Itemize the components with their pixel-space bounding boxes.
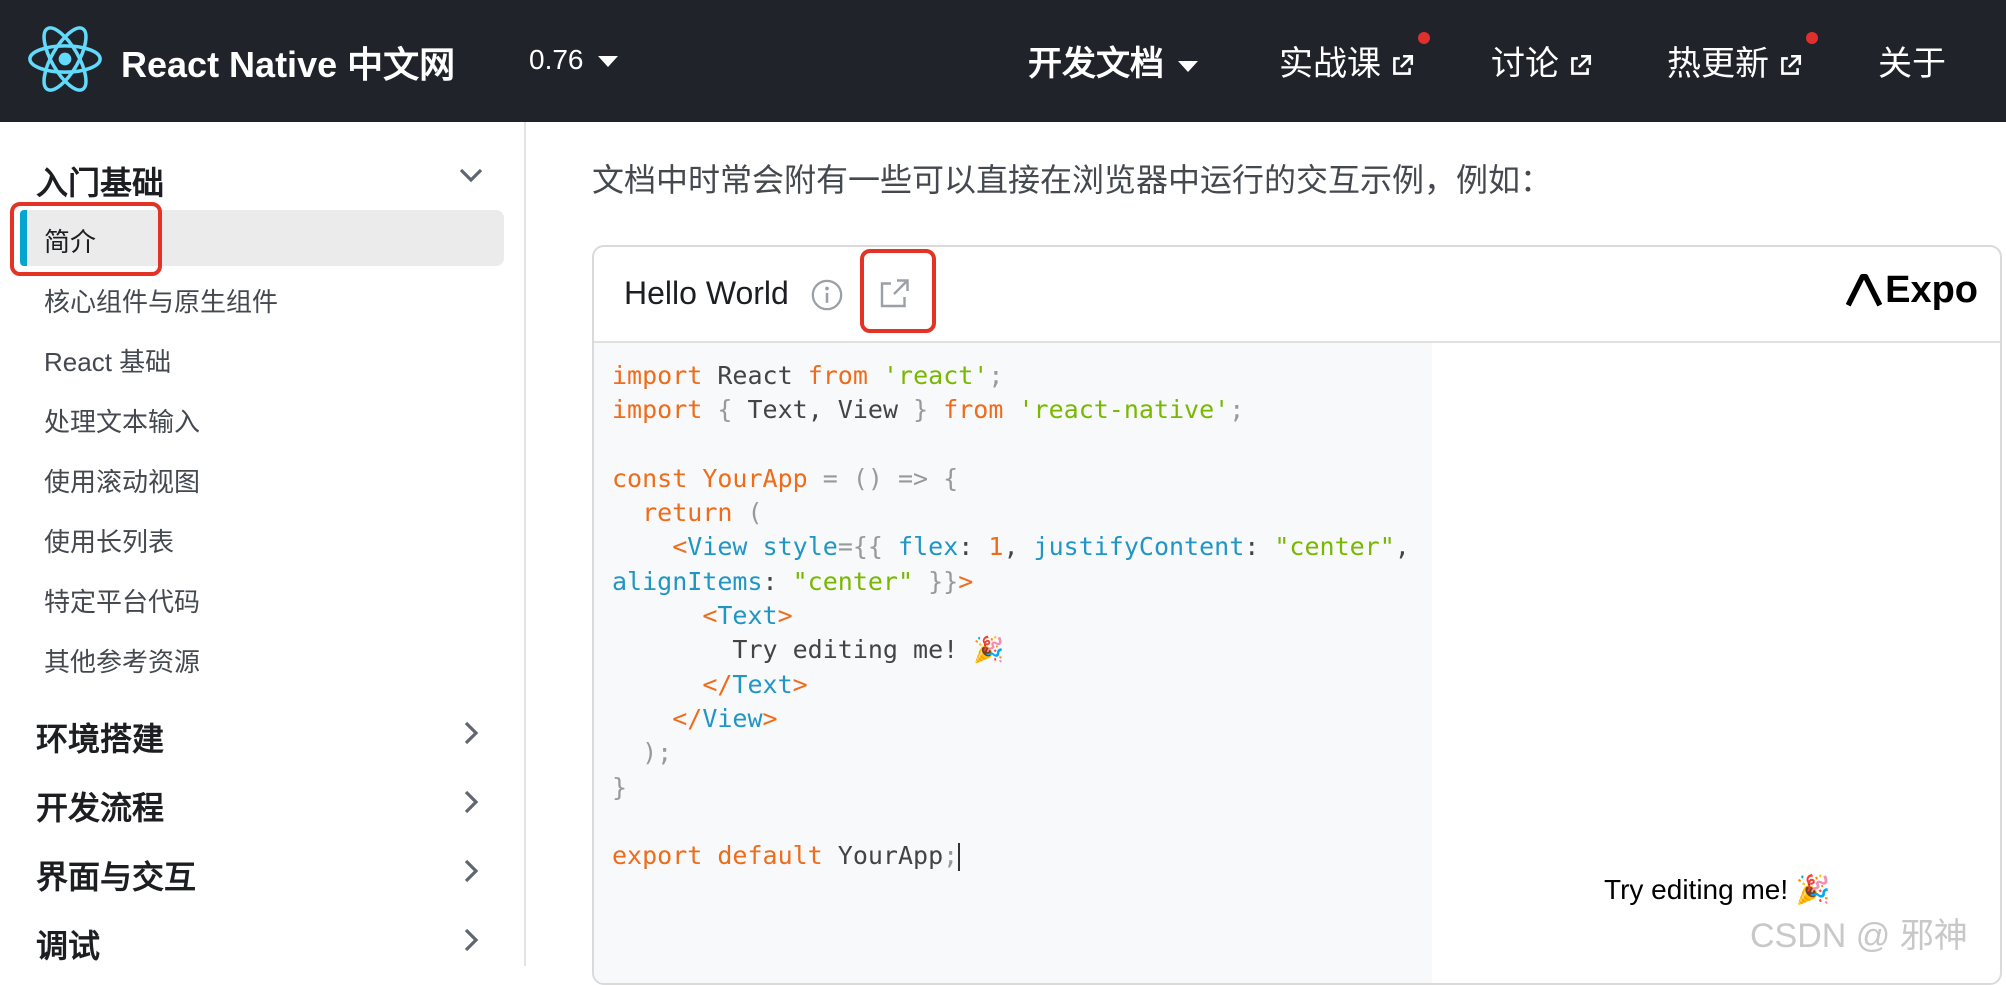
nav-item-discuss[interactable]: 讨论 [1491,36,1593,85]
nav-docs-label: 开发文档 [1028,45,1164,83]
code-token: 'react' [882,361,989,390]
code-token: from [943,395,1004,425]
external-link-icon [1571,54,1592,75]
code-token: Try editing me! 🎉 [732,635,1005,665]
expo-logo-icon [1845,273,1883,306]
intro-paragraph: 文档中时常会附有一些可以直接在浏览器中运行的交互示例，例如： [592,162,1553,198]
sidebar-category-getting-started[interactable]: 入门基础 [36,158,164,204]
code-token: View [702,703,763,733]
chevron-right-icon[interactable] [456,718,486,748]
sidebar-item-text-input[interactable]: 处理文本输入 [44,402,200,439]
sidebar-item-long-lists[interactable]: 使用长列表 [44,522,174,559]
sidebar-category-debugging[interactable]: 调试 [36,921,100,967]
sidebar-category-ui-interaction[interactable]: 界面与交互 [36,852,196,898]
code-token: import [612,395,703,425]
info-icon[interactable] [810,278,844,312]
app-preview-text: Try editing me! 🎉 [1604,874,1831,905]
react-logo-icon[interactable] [26,20,104,98]
code-token: return [642,498,733,528]
nav-item-about[interactable]: 关于 [1878,36,1946,85]
sidebar-category-workflow[interactable]: 开发流程 [36,783,164,829]
code-token: from [807,361,868,390]
code-token: import [612,361,703,390]
annotation-highlight-box [10,202,162,276]
code-token: Text [732,669,793,699]
sidebar-item-react-basics[interactable]: React 基础 [44,342,171,379]
code-token: YourApp [837,841,944,871]
code-token: 'react-native' [1018,395,1230,425]
chevron-right-icon[interactable] [456,856,486,886]
code-token: "center" [1274,532,1395,562]
notification-dot [1806,32,1818,44]
sidebar-item-core-components[interactable]: 核心组件与原生组件 [44,282,278,319]
code-token: style [762,532,838,562]
chevron-right-icon[interactable] [456,787,486,817]
notification-dot [1418,32,1430,44]
watermark-text: CSDN @ 邪神 [1750,917,1968,955]
code-token: Text, View [747,395,899,425]
code-token: justifyContent [1033,532,1245,562]
code-token: View [687,532,748,562]
sidebar-category-env-setup[interactable]: 环境搭建 [36,714,164,760]
nav-hotupdate-label: 热更新 [1667,45,1769,83]
chevron-down-icon [1178,60,1198,72]
code-editor[interactable]: import React from 'react'; import { Text… [594,343,1432,983]
code-token: YourApp [702,463,808,493]
nav-item-docs[interactable]: 开发文档 [1028,36,1198,85]
nav-item-hotupdate[interactable]: 热更新 [1667,36,1803,85]
sidebar-item-platform-code[interactable]: 特定平台代码 [44,582,200,619]
nav-item-course[interactable]: 实战课 [1279,36,1415,85]
code-token: 1 [988,532,1004,562]
code-token: const [612,463,688,493]
top-navbar: React Native 中文网 0.76 开发文档 实战课 讨论 热更新 关于 [0,0,2006,122]
sidebar-item-scrollview[interactable]: 使用滚动视图 [44,462,200,499]
site-brand[interactable]: React Native 中文网 [121,36,455,88]
snack-example-player: Hello World Expo import React from 'reac… [592,245,2002,985]
code-token: React [717,361,793,390]
external-link-icon [1393,54,1414,75]
expo-brand[interactable]: Expo [1845,269,1978,315]
snack-title: Hello World [624,275,789,311]
code-block[interactable]: import React from 'react'; import { Text… [612,359,1410,873]
sidebar-item-more-resources[interactable]: 其他参考资源 [44,642,200,679]
expo-label: Expo [1885,269,1978,311]
code-token: Text [717,601,778,631]
chevron-down-icon[interactable] [456,160,486,190]
nav-course-label: 实战课 [1279,45,1381,83]
text-cursor [958,843,961,872]
snack-header: Hello World Expo [594,247,2000,343]
version-dropdown[interactable]: 0.76 [529,44,618,76]
code-token: "center" [792,566,914,596]
annotation-highlight-box [860,249,936,333]
nav-discuss-label: 讨论 [1491,45,1559,83]
code-token: export default [612,841,823,871]
chevron-down-icon [597,56,618,68]
nav-about-label: 关于 [1878,45,1946,83]
code-token: alignItems [612,566,763,596]
chevron-right-icon[interactable] [456,925,486,955]
version-label: 0.76 [529,44,584,75]
code-token: flex [898,532,959,562]
external-link-icon [1781,54,1802,75]
